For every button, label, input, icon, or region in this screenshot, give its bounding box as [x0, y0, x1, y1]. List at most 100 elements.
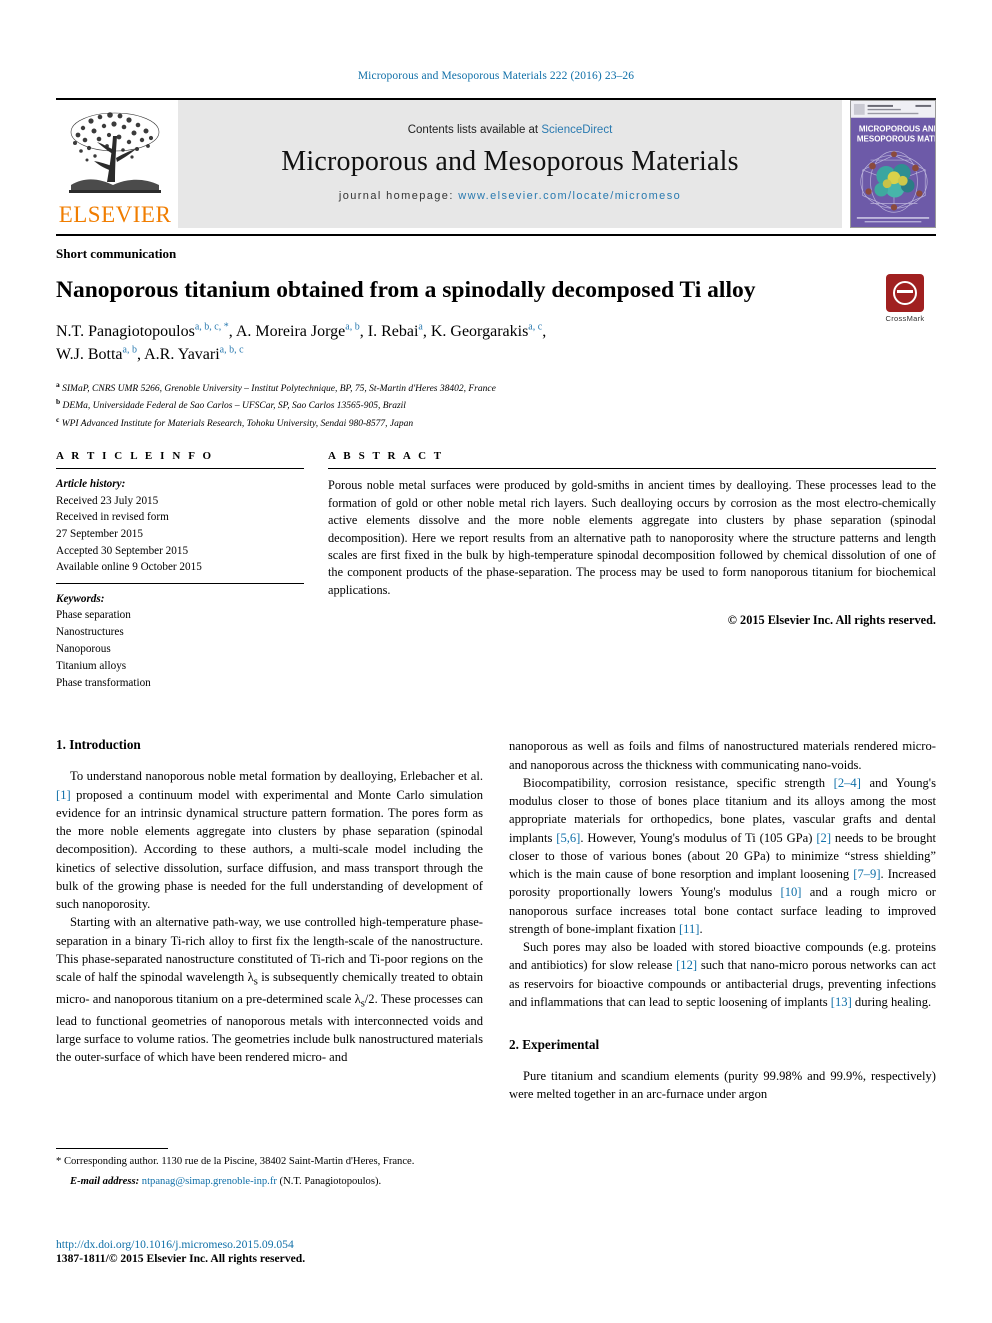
footnote-corresponding-author: * Corresponding author. 1130 rue de la P…: [56, 1154, 483, 1170]
affiliation-list: a SIMaP, CNRS UMR 5266, Grenoble Univers…: [56, 379, 936, 433]
keyword-item: Nanostructures: [56, 626, 124, 639]
citation-ref-5-6[interactable]: [5,6]: [556, 831, 580, 845]
text-run: .: [699, 921, 703, 936]
history-item-revised: Received in revised form: [56, 511, 169, 524]
journal-title: Microporous and Mesoporous Materials: [281, 146, 739, 177]
running-head: Microporous and Mesoporous Materials 222…: [357, 70, 635, 82]
affiliation-b-text: DEMa, Universidade Federal de Sao Carlos…: [62, 401, 406, 412]
author-1-affil[interactable]: a, b, c, *: [195, 322, 229, 333]
citation-ref-2-4[interactable]: [2–4]: [834, 776, 861, 790]
citation-ref-11[interactable]: [11]: [679, 922, 700, 936]
authors-line1-end: ,: [542, 323, 547, 341]
affiliation-a: a SIMaP, CNRS UMR 5266, Grenoble Univers…: [56, 379, 936, 397]
author-1: N.T. Panagiotopoulos: [56, 323, 195, 341]
history-item-received: Received 23 July 2015: [56, 494, 159, 507]
abstract-heading: A B S T R A C T: [328, 450, 444, 463]
citation-ref-7-9[interactable]: [7–9]: [853, 867, 880, 881]
affiliation-c: c WPI Advanced Institute for Materials R…: [56, 414, 936, 432]
sciencedirect-link[interactable]: ScienceDirect: [541, 124, 612, 136]
crossmark-icon: [886, 274, 924, 312]
text-run: Biocompatibility, corrosion resistance, …: [523, 775, 834, 790]
paragraph-right-2: Biocompatibility, corrosion resistance, …: [509, 774, 936, 938]
citation-ref-13[interactable]: [13]: [831, 995, 852, 1009]
history-item-online: Available online 9 October 2015: [56, 561, 202, 574]
email-address-link[interactable]: ntpanag@simap.grenoble-inp.fr: [139, 1176, 277, 1187]
affiliation-c-mark: c: [56, 415, 60, 425]
keyword-item: Nanoporous: [56, 643, 111, 656]
author-6-affil[interactable]: a, b, c: [220, 345, 244, 356]
keyword-item: Titanium alloys: [56, 659, 127, 672]
cover-art: MICROPOROUS AND MESOPOROUS MATERIALS: [851, 101, 935, 227]
affiliation-b-mark: b: [56, 397, 61, 407]
doi-block: http://dx.doi.org/10.1016/j.micromeso.20…: [56, 1238, 516, 1265]
footnote-email-line: E-mail address: ntpanag@simap.grenoble-i…: [56, 1174, 483, 1190]
section-heading-introduction: 1. Introduction: [56, 737, 141, 753]
title-top-rule: [56, 234, 936, 236]
article-title: Nanoporous titanium obtained from a spin…: [56, 277, 756, 303]
email-label: E-mail address:: [70, 1175, 140, 1187]
paragraph-experimental-1: Pure titanium and scandium elements (pur…: [509, 1069, 936, 1102]
journal-homepage-line: journal homepage: www.elsevier.com/locat…: [339, 190, 681, 202]
paragraph-intro-1: To understand nanoporous noble metal for…: [56, 767, 483, 913]
article-header: CrossMark Short communication Nanoporous…: [56, 246, 936, 1104]
doi-link[interactable]: http://dx.doi.org/10.1016/j.micromeso.20…: [56, 1238, 516, 1251]
elsevier-wordmark: ELSEVIER: [58, 202, 172, 227]
affiliation-a-text: SIMaP, CNRS UMR 5266, Grenoble Universit…: [62, 383, 496, 394]
journal-band: Contents lists available at ScienceDirec…: [178, 100, 842, 228]
body-columns: 1. Introduction To understand nanoporous…: [56, 737, 936, 1103]
corresponding-author-footnote: * Corresponding author. 1130 rue de la P…: [56, 1148, 483, 1190]
author-4: , K. Georgarakis: [422, 323, 529, 341]
paragraph-right-3: Such pores may also be loaded with store…: [509, 938, 936, 1011]
svg-text:MESOPOROUS MATERIALS: MESOPOROUS MATERIALS: [857, 134, 935, 143]
author-6: , A.R. Yavari: [136, 346, 220, 364]
keyword-item: Phase separation: [56, 609, 131, 622]
abstract-column: A B S T R A C T Porous noble metal surfa…: [328, 450, 936, 693]
article-history-label: Article history:: [56, 478, 126, 491]
article-history-block: Article history: Received 23 July 2015 R…: [56, 469, 304, 582]
abstract-text: Porous noble metal surfaces were produce…: [328, 478, 936, 597]
citation-ref-1[interactable]: [1]: [56, 788, 71, 802]
author-5: W.J. Botta: [56, 346, 123, 364]
keywords-label: Keywords:: [56, 592, 105, 605]
journal-article-page: Microporous and Mesoporous Materials 222…: [0, 0, 992, 1323]
footnote-rule: [56, 1148, 168, 1149]
citation-ref-12[interactable]: [12]: [676, 958, 697, 972]
body-column-left: 1. Introduction To understand nanoporous…: [56, 737, 483, 1103]
text-run: proposed a continuum model with experime…: [56, 787, 483, 912]
history-item-revised-date: 27 September 2015: [56, 527, 143, 540]
issn-copyright-line: 1387-1811/© 2015 Elsevier Inc. All right…: [56, 1252, 306, 1265]
author-2: , A. Moreira Jorge: [228, 323, 346, 341]
crossmark-label: CrossMark: [885, 314, 925, 323]
text-run: . However, Young's modulus of Ti (105 GP…: [580, 830, 817, 845]
text-run: To understand nanoporous noble metal for…: [70, 769, 483, 784]
crossmark-badge[interactable]: CrossMark: [874, 274, 936, 323]
journal-cover-thumbnail: MICROPOROUS AND MESOPOROUS MATERIALS: [850, 100, 936, 228]
affiliation-c-text: WPI Advanced Institute for Materials Res…: [61, 419, 414, 430]
homepage-label: journal homepage:: [338, 190, 459, 202]
journal-masthead: ELSEVIER Contents lists available at Sci…: [56, 98, 936, 228]
author-5-affil[interactable]: a, b: [123, 345, 137, 356]
contents-line: Contents lists available at ScienceDirec…: [408, 124, 613, 136]
abstract-copyright: © 2015 Elsevier Inc. All rights reserved…: [727, 613, 936, 628]
keyword-item: Phase transformation: [56, 676, 151, 689]
article-info-heading: A R T I C L E I N F O: [56, 450, 214, 463]
info-abstract-region: A R T I C L E I N F O Article history: R…: [56, 450, 936, 693]
keywords-block: Keywords: Phase separation Nanostructure…: [56, 584, 304, 694]
author-list: N.T. Panagiotopoulosa, b, c, *, A. Morei…: [56, 320, 936, 366]
svg-text:MICROPOROUS AND: MICROPOROUS AND: [859, 124, 935, 133]
elsevier-tree-icon: [69, 112, 161, 193]
email-owner: (N.T. Panagiotopoulos).: [276, 1175, 382, 1187]
affiliation-a-mark: a: [56, 379, 60, 389]
body-column-right: nanoporous as well as foils and films of…: [509, 737, 936, 1103]
citation-ref-2[interactable]: [2]: [816, 831, 831, 845]
author-3: , I. Rebai: [359, 323, 419, 341]
elsevier-logo: ELSEVIER: [56, 100, 174, 228]
author-2-affil[interactable]: a, b: [345, 322, 359, 333]
author-4-affil[interactable]: a, c: [528, 322, 542, 333]
history-item-accepted: Accepted 30 September 2015: [56, 544, 189, 557]
text-run: during healing.: [851, 994, 932, 1009]
citation-ref-10[interactable]: [10]: [781, 885, 802, 899]
paragraph-right-1: nanoporous as well as foils and films of…: [509, 739, 936, 772]
homepage-url[interactable]: www.elsevier.com/locate/micromeso: [458, 190, 681, 202]
article-type-label: Short communication: [56, 246, 177, 261]
